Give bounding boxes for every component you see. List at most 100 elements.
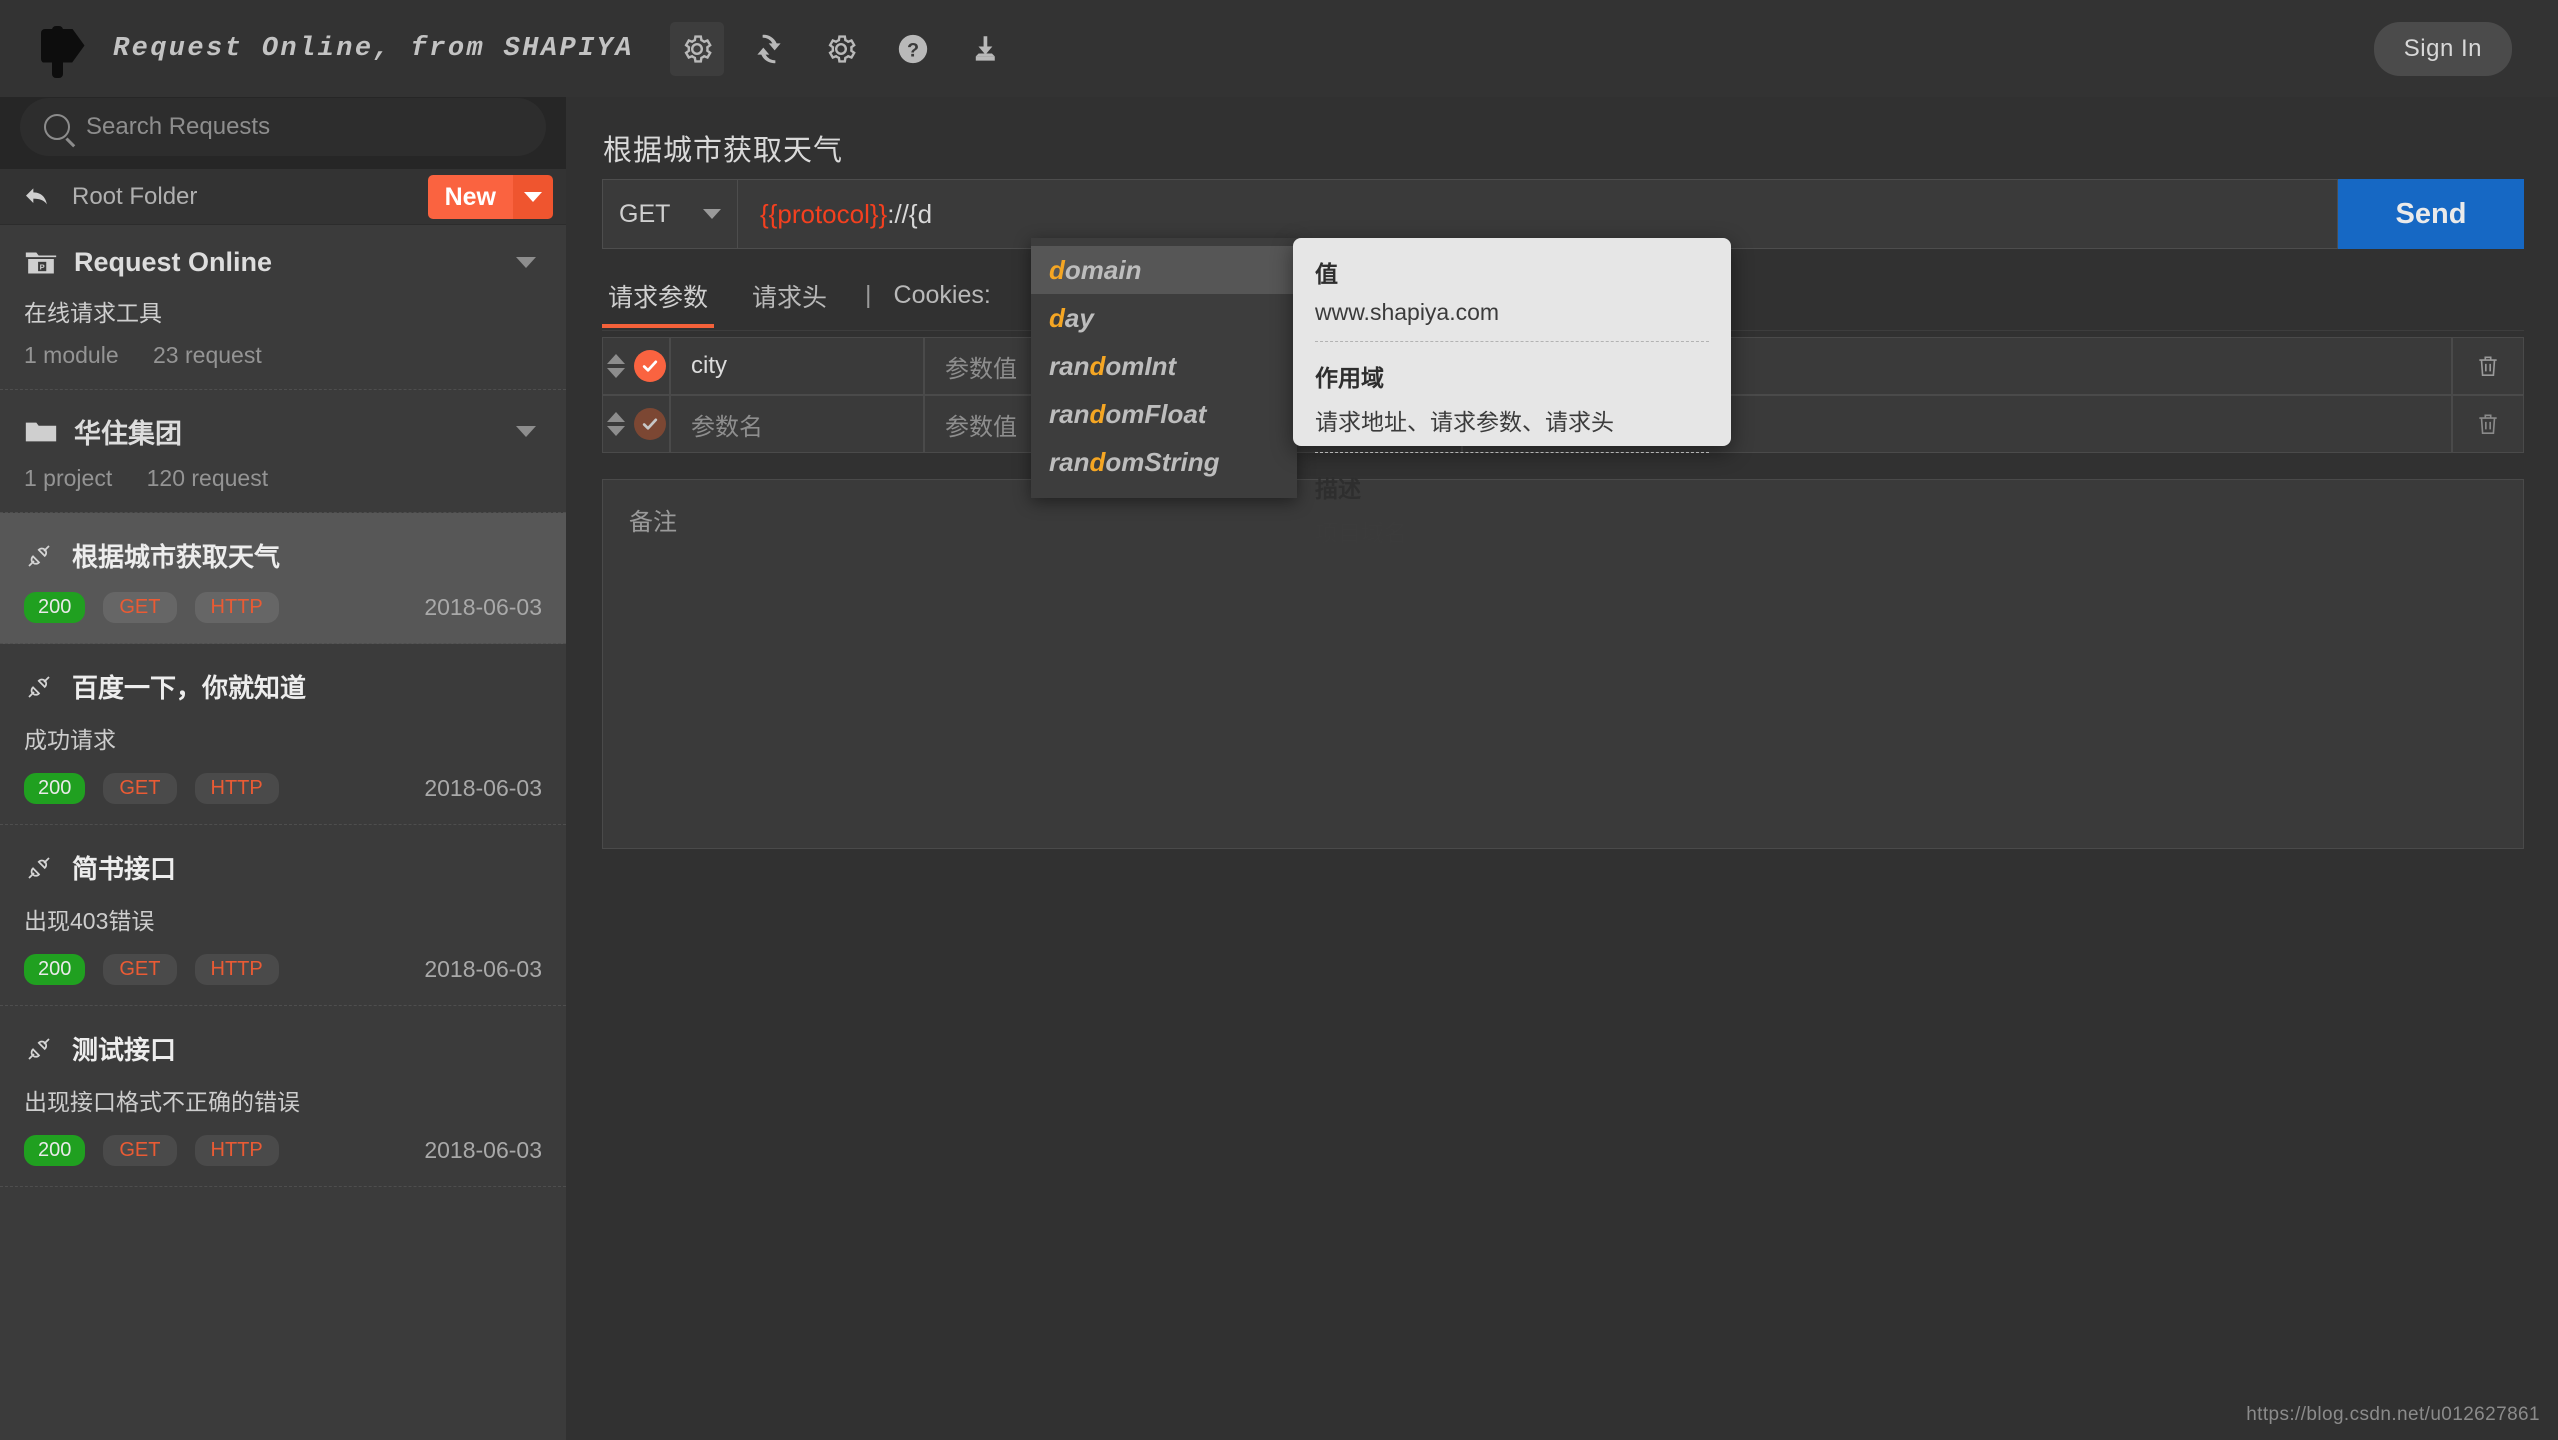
autocomplete-item[interactable]: ran d omInt (1031, 342, 1297, 390)
row-sort-cell[interactable] (602, 395, 670, 453)
logo-wrap (0, 20, 113, 78)
param-delete-cell[interactable] (2452, 395, 2524, 453)
root-folder-label: Root Folder (72, 182, 198, 210)
tooltip-section-value: 值 www.shapiya.com (1315, 238, 1709, 342)
arrow-up-icon (606, 412, 625, 422)
param-name-cell[interactable]: 参数名 (670, 395, 924, 453)
tooltip-key: 描述 (1315, 476, 1361, 502)
row-sort-cell[interactable] (602, 337, 670, 395)
param-delete-cell[interactable] (2452, 337, 2524, 395)
sidebar: Root Folder New P Request Online 在线 (0, 97, 566, 1440)
signpost-logo-icon (28, 20, 86, 78)
tooltip-key: 作用域 (1315, 365, 1384, 391)
autocomplete-item[interactable]: d omain (1031, 246, 1297, 294)
request-date: 2018-06-03 (424, 594, 542, 620)
svg-text:?: ? (907, 39, 919, 61)
tab-request-headers[interactable]: 请求头 (746, 278, 833, 328)
new-button-label: New (427, 174, 513, 219)
plug-icon (28, 675, 50, 698)
app-root: Request Online, from SHAPIYA ? Sign In S… (0, 0, 2558, 1440)
top-bar: Request Online, from SHAPIYA ? Sign In (0, 0, 2558, 97)
method-pill: GET (103, 773, 177, 804)
gear-icon (828, 34, 856, 63)
root-folder-bar: Root Folder New (0, 169, 566, 225)
request-date: 2018-06-03 (424, 775, 542, 801)
tab-separator: | (865, 281, 872, 309)
brand-title: Request Online, from SHAPIYA (113, 33, 634, 64)
toolbar-icons: ? (669, 21, 1012, 76)
method-pill: GET (103, 954, 177, 985)
ac-match: d (1049, 254, 1065, 285)
chevron-down-icon (703, 209, 721, 219)
folder-meta: 1 module 23 request (24, 342, 542, 369)
trash-icon[interactable] (2475, 409, 2501, 439)
autocomplete-item[interactable]: ran d omString (1031, 438, 1297, 486)
check-icon (642, 418, 657, 430)
chevron-down-icon (524, 191, 542, 202)
request-title: 测试接口 (72, 1035, 177, 1065)
folder-icon (25, 422, 57, 441)
chevron-down-icon[interactable] (516, 426, 536, 437)
send-button[interactable]: Send (2338, 179, 2524, 249)
back-arrow-icon[interactable] (22, 181, 54, 213)
folder-item-huazhu[interactable]: 华住集团 1 project 120 request (0, 390, 566, 513)
plug-icon (28, 856, 50, 879)
preferences-gear-button[interactable] (814, 22, 868, 76)
sort-arrows-icon[interactable] (606, 354, 625, 378)
protocol-pill: HTTP (194, 773, 279, 804)
search-box[interactable] (20, 98, 546, 156)
download-button[interactable] (958, 22, 1012, 76)
tab-request-params[interactable]: 请求参数 (602, 278, 715, 328)
ac-match: d (1089, 446, 1106, 477)
svg-text:P: P (40, 262, 45, 271)
new-button[interactable]: New (427, 174, 553, 219)
sync-refresh-button[interactable] (742, 22, 796, 76)
new-button-dropdown[interactable] (513, 174, 553, 219)
folder-item-request-online[interactable]: P Request Online 在线请求工具 1 module 23 requ… (0, 225, 566, 390)
param-name-cell[interactable]: city (670, 337, 924, 395)
plug-icon (28, 544, 50, 567)
http-method-select[interactable]: GET (602, 179, 738, 249)
ac-suffix: omString (1105, 446, 1220, 477)
param-enabled-checkbox[interactable] (633, 408, 666, 440)
method-pill: GET (103, 592, 177, 623)
help-button[interactable]: ? (886, 22, 940, 76)
autocomplete-tooltip: 值 www.shapiya.com 作用域 请求地址、请求参数、请求头 描述 项… (1293, 238, 1731, 546)
page-title: 根据城市获取天气 (603, 135, 844, 167)
settings-gear-active-button[interactable] (669, 21, 724, 76)
search-input[interactable] (86, 113, 522, 141)
arrow-down-icon (606, 426, 625, 436)
request-list-item[interactable]: 百度一下，你就知道 成功请求 200 GET HTTP 2018-06-03 (0, 644, 566, 825)
sign-in-button[interactable]: Sign In (2373, 21, 2512, 76)
tooltip-value: www.shapiya.com (1315, 299, 1500, 325)
ac-suffix: omInt (1105, 350, 1177, 381)
folder-title: Request Online (74, 247, 273, 277)
request-title: 简书接口 (72, 854, 177, 884)
ac-suffix: omFloat (1105, 398, 1207, 429)
http-method-value: GET (619, 199, 671, 228)
ac-match: d (1089, 350, 1106, 381)
param-enabled-checkbox[interactable] (633, 350, 666, 382)
url-rest-text: ://{d (887, 198, 933, 229)
ac-prefix: ran (1049, 398, 1090, 429)
url-variable-token: {{protocol}} (760, 198, 888, 229)
folder-meta-requests: 23 request (153, 342, 262, 368)
folder-title: 华住集团 (74, 419, 182, 449)
check-icon (642, 360, 657, 372)
request-list-item[interactable]: 根据城市获取天气 200 GET HTTP 2018-06-03 (0, 513, 566, 644)
request-title: 根据城市获取天气 (72, 542, 281, 572)
sort-arrows-icon[interactable] (606, 412, 625, 436)
autocomplete-item[interactable]: ran d omFloat (1031, 390, 1297, 438)
trash-icon[interactable] (2475, 351, 2501, 381)
request-list-item[interactable]: 测试接口 出现接口格式不正确的错误 200 GET HTTP 2018-06-0… (0, 1006, 566, 1187)
tooltip-value: 项目域名 (1315, 520, 1407, 546)
status-badge: 200 (24, 954, 86, 985)
chevron-down-icon[interactable] (516, 257, 536, 268)
gear-icon (684, 34, 712, 63)
protocol-pill: HTTP (194, 1135, 279, 1166)
request-list-item[interactable]: 简书接口 出现403错误 200 GET HTTP 2018-06-03 (0, 825, 566, 1006)
tooltip-section-scope: 作用域 请求地址、请求参数、请求头 (1315, 342, 1709, 453)
autocomplete-item[interactable]: d ay (1031, 294, 1297, 342)
folder-description: 在线请求工具 (24, 300, 162, 326)
param-value-placeholder: 参数值 (945, 413, 1017, 441)
